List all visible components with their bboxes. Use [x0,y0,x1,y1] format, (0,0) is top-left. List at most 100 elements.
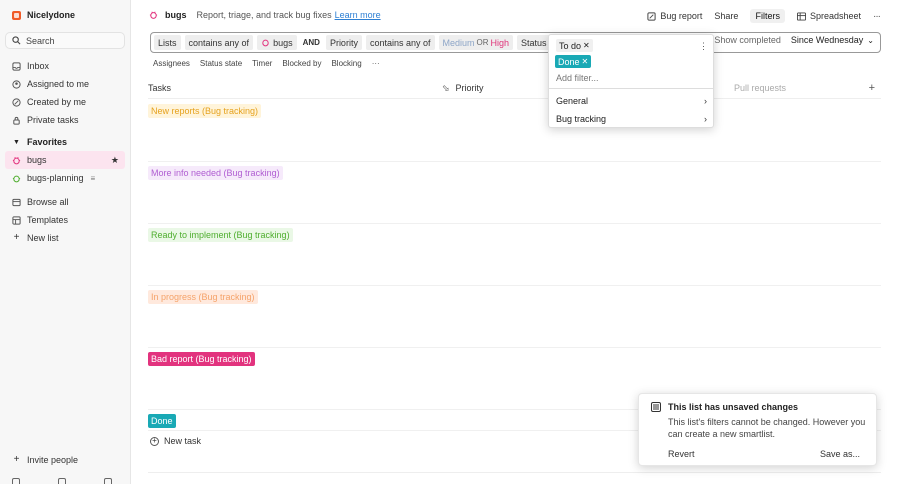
close-icon[interactable]: ✕ [583,41,590,50]
learn-more-link[interactable]: Learn more [335,10,381,20]
filter-lists-operator[interactable]: contains any of [184,35,254,50]
section-label[interactable]: Bad report (Bug tracking) [148,352,255,366]
bug-icon [261,38,270,47]
filter-field-label: Lists [158,37,177,48]
toast-body: This list's filters cannot be changed. H… [668,417,866,439]
sidebar-item-assigned[interactable]: Assigned to me [0,75,130,93]
dropdown-item-bug-tracking[interactable]: Bug tracking › [556,111,707,127]
save-as-button[interactable]: Save as... [820,449,860,459]
spreadsheet-icon [796,11,806,21]
section-more-info: More info needed (Bug tracking) [148,162,881,224]
filter-priority-field[interactable]: Priority [325,35,362,50]
sidebar-bottom-icons [12,478,112,484]
dropdown-item-general[interactable]: General › [556,93,707,109]
since-label: Since Wednesday [790,35,864,45]
sidebar-item-label: Assigned to me [27,79,90,89]
filter-value-label: bugs [273,37,293,48]
filter-priority-value[interactable]: Medium OR High [438,35,514,50]
new-task-button[interactable]: + New task [150,436,201,446]
column-timer[interactable]: Timer [252,59,272,68]
show-completed-toggle[interactable]: Show completed [714,35,781,45]
more-options-icon[interactable]: ⋮ [699,41,708,52]
browse-icon [12,198,21,207]
page-header: bugs Report, triage, and track bug fixes… [131,0,900,30]
sidebar-item-label: New list [27,233,59,243]
sidebar-item-label: bugs-planning [27,173,84,183]
filter-lists-value[interactable]: bugs [257,35,297,50]
plus-icon: + [13,232,20,243]
status-filter-dropdown: To do ✕ Done ✕ Add filter... ⋮ General ›… [548,34,714,128]
favorites-header[interactable]: ▼ Favorites [0,133,130,151]
more-columns-icon[interactable]: ··· [372,59,380,68]
sidebar-item-label: bugs [27,155,47,165]
header-actions: Bug report Share Filters Spreadsheet ··· [647,9,881,23]
section-label[interactable]: In progress (Bug tracking) [148,290,258,304]
section-label[interactable]: New reports (Bug tracking) [148,104,262,118]
template-icon [12,215,21,225]
invite-people-button[interactable]: + Invite people [0,451,78,469]
sidebar-item-templates[interactable]: Templates [0,211,130,229]
column-priority-label: Priority [455,83,484,93]
star-icon[interactable]: ★ [111,155,119,166]
status-chip-done[interactable]: Done ✕ [555,55,592,68]
search-label: Search [26,35,55,46]
since-dropdown[interactable]: Since Wednesday ⌄ [791,35,874,45]
filter-bar: Lists contains any of bugs AND Priority … [150,32,881,53]
toast-title: This list has unsaved changes [668,402,799,412]
sidebar-item-label: Created by me [27,97,87,107]
column-assignees[interactable]: Assignees [153,59,190,68]
sidebar-item-label: Browse all [27,197,69,207]
search-button[interactable]: Search [5,32,125,49]
section-label[interactable]: Done [148,414,176,428]
sidebar-item-new-list[interactable]: + New list [0,229,130,247]
filter-and-conjunction[interactable]: AND [301,38,322,47]
filter-lists-field[interactable]: Lists [154,35,181,50]
column-pull-requests[interactable]: Pull requests [734,83,786,93]
filter-icon: ≡ [90,173,96,183]
filter-or-label: OR [476,38,489,47]
column-status-state[interactable]: Status state [200,59,242,68]
new-task-label: New task [164,436,202,446]
column-blocked-by[interactable]: Blocked by [282,59,321,68]
divider [549,88,713,89]
add-filter-input[interactable]: Add filter... [556,73,599,83]
status-chip-label: To do [559,40,582,51]
help-icon[interactable] [58,478,66,484]
bug-report-button[interactable]: Bug report [647,11,702,21]
page-description: Report, triage, and track bug fixes [196,10,332,20]
filter-settings-icon [651,402,661,414]
plus-icon: + [13,454,20,465]
column-tasks[interactable]: Tasks [148,83,171,93]
spreadsheet-button[interactable]: Spreadsheet [796,11,861,21]
notifications-icon[interactable] [104,478,112,484]
sidebar-item-private[interactable]: Private tasks [0,111,130,129]
filter-operator-label: contains any of [369,37,431,48]
invite-label: Invite people [27,455,79,465]
settings-icon[interactable] [12,478,20,484]
sidebar-item-created[interactable]: Created by me [0,93,130,111]
user-icon [12,79,21,89]
sidebar-item-inbox[interactable]: Inbox [0,57,130,75]
revert-button[interactable]: Revert [668,449,695,459]
filter-priority-operator[interactable]: contains any of [365,35,435,50]
sidebar-item-browse[interactable]: Browse all [0,193,130,211]
section-label[interactable]: Ready to implement (Bug tracking) [148,228,293,242]
sidebar-item-bugs-planning[interactable]: bugs-planning ≡ [0,169,130,187]
column-blocking[interactable]: Blocking [331,59,361,68]
more-options-icon[interactable]: ··· [873,11,881,22]
chevron-down-icon: ⌄ [867,35,874,45]
caret-down-icon: ▼ [13,138,20,146]
share-button[interactable]: Share [714,11,738,21]
filters-button[interactable]: Filters [750,9,785,23]
sidebar-item-bugs[interactable]: bugs ★ [5,151,125,169]
section-label[interactable]: More info needed (Bug tracking) [148,166,283,180]
filter-operator-label: contains any of [188,37,250,48]
status-chip-todo[interactable]: To do ✕ [556,39,593,52]
add-column-icon[interactable]: + [869,82,875,94]
close-icon[interactable]: ✕ [582,57,589,66]
workspace-switcher[interactable]: Nicelydone [0,0,130,26]
inbox-icon [12,61,21,71]
column-priority[interactable]: ⬂ Priority [442,83,484,94]
filter-field-label: Status [521,37,547,48]
filter-status-field[interactable]: Status [517,35,551,50]
